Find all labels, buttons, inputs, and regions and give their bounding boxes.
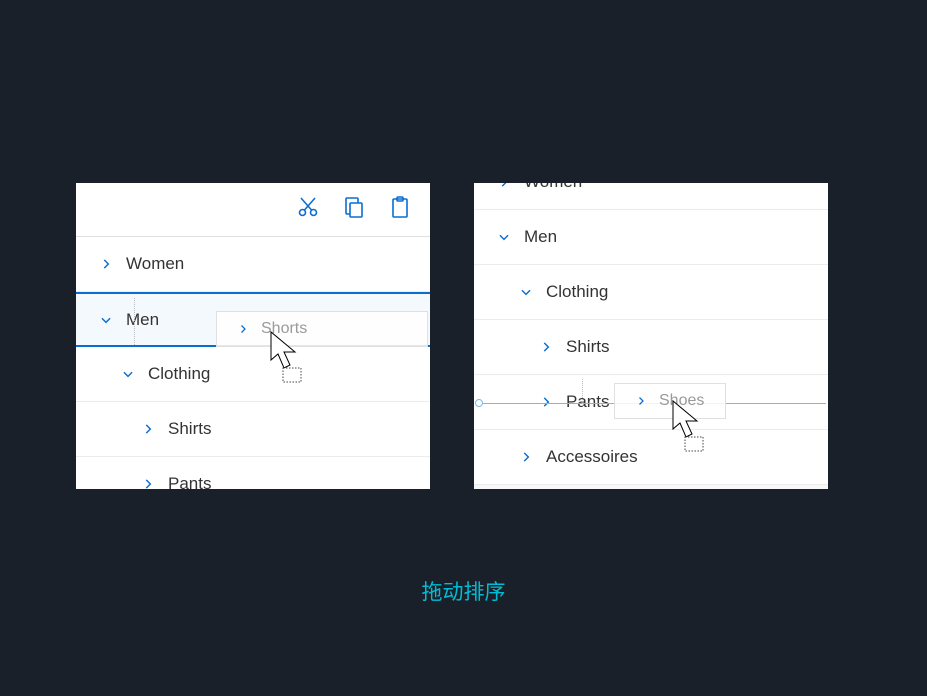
- tree-row[interactable]: Shirts: [76, 402, 430, 457]
- panels-container: Women Men Clothing: [76, 183, 828, 489]
- tree-label: Pants: [160, 474, 211, 489]
- drag-ghost: Shorts: [216, 311, 428, 347]
- chevron-right-icon[interactable]: [534, 395, 558, 409]
- chevron-right-icon[interactable]: [492, 183, 516, 189]
- tree-label: Accessoires: [538, 447, 638, 467]
- tree-label: Clothing: [538, 282, 608, 302]
- tree-row[interactable]: Men: [474, 210, 828, 265]
- chevron-down-icon[interactable]: [94, 313, 118, 327]
- chevron-down-icon[interactable]: [492, 230, 516, 244]
- tree-row[interactable]: Shirts: [474, 320, 828, 375]
- tree-label: Women: [118, 254, 184, 274]
- tree-row[interactable]: Clothing: [76, 347, 430, 402]
- chevron-right-icon[interactable]: [514, 450, 538, 464]
- figure-caption: 拖动排序: [0, 576, 927, 606]
- drag-cursor: [269, 330, 313, 391]
- tree-label: Men: [118, 310, 159, 330]
- chevron-right-icon[interactable]: [94, 257, 118, 271]
- tree-row[interactable]: Women: [76, 237, 430, 292]
- tree-label: Pants: [558, 392, 609, 412]
- tree-b: Women Men Clothing: [474, 183, 828, 485]
- tree-row[interactable]: Accessoires: [474, 430, 828, 485]
- tree-label: Women: [516, 183, 582, 192]
- tree-row[interactable]: Pants: [76, 457, 430, 489]
- tree-a: Women Men Clothing: [76, 237, 430, 489]
- tree-label: Shirts: [558, 337, 609, 357]
- copy-icon[interactable]: [342, 195, 366, 224]
- tree-panel-left: Women Men Clothing: [76, 183, 430, 489]
- tree-label: Shirts: [160, 419, 211, 439]
- tree-panel-right: Women Men Clothing: [474, 183, 828, 489]
- paste-icon[interactable]: [388, 195, 412, 224]
- tree-row[interactable]: Women: [474, 183, 828, 210]
- tree-label: Clothing: [140, 364, 210, 384]
- drag-cursor: [671, 399, 715, 460]
- toolbar: [76, 183, 430, 237]
- chevron-right-icon: [629, 395, 653, 407]
- tree-row[interactable]: Clothing: [474, 265, 828, 320]
- drop-guide-line: [582, 379, 583, 404]
- chevron-right-icon: [231, 323, 255, 335]
- chevron-right-icon[interactable]: [136, 477, 160, 489]
- chevron-right-icon[interactable]: [136, 422, 160, 436]
- cut-icon[interactable]: [296, 195, 320, 224]
- figure-card: Women Men Clothing: [0, 0, 927, 696]
- drop-guide-line: [134, 298, 135, 345]
- chevron-down-icon[interactable]: [116, 367, 140, 381]
- chevron-down-icon[interactable]: [514, 285, 538, 299]
- tree-label: Men: [516, 227, 557, 247]
- chevron-right-icon[interactable]: [534, 340, 558, 354]
